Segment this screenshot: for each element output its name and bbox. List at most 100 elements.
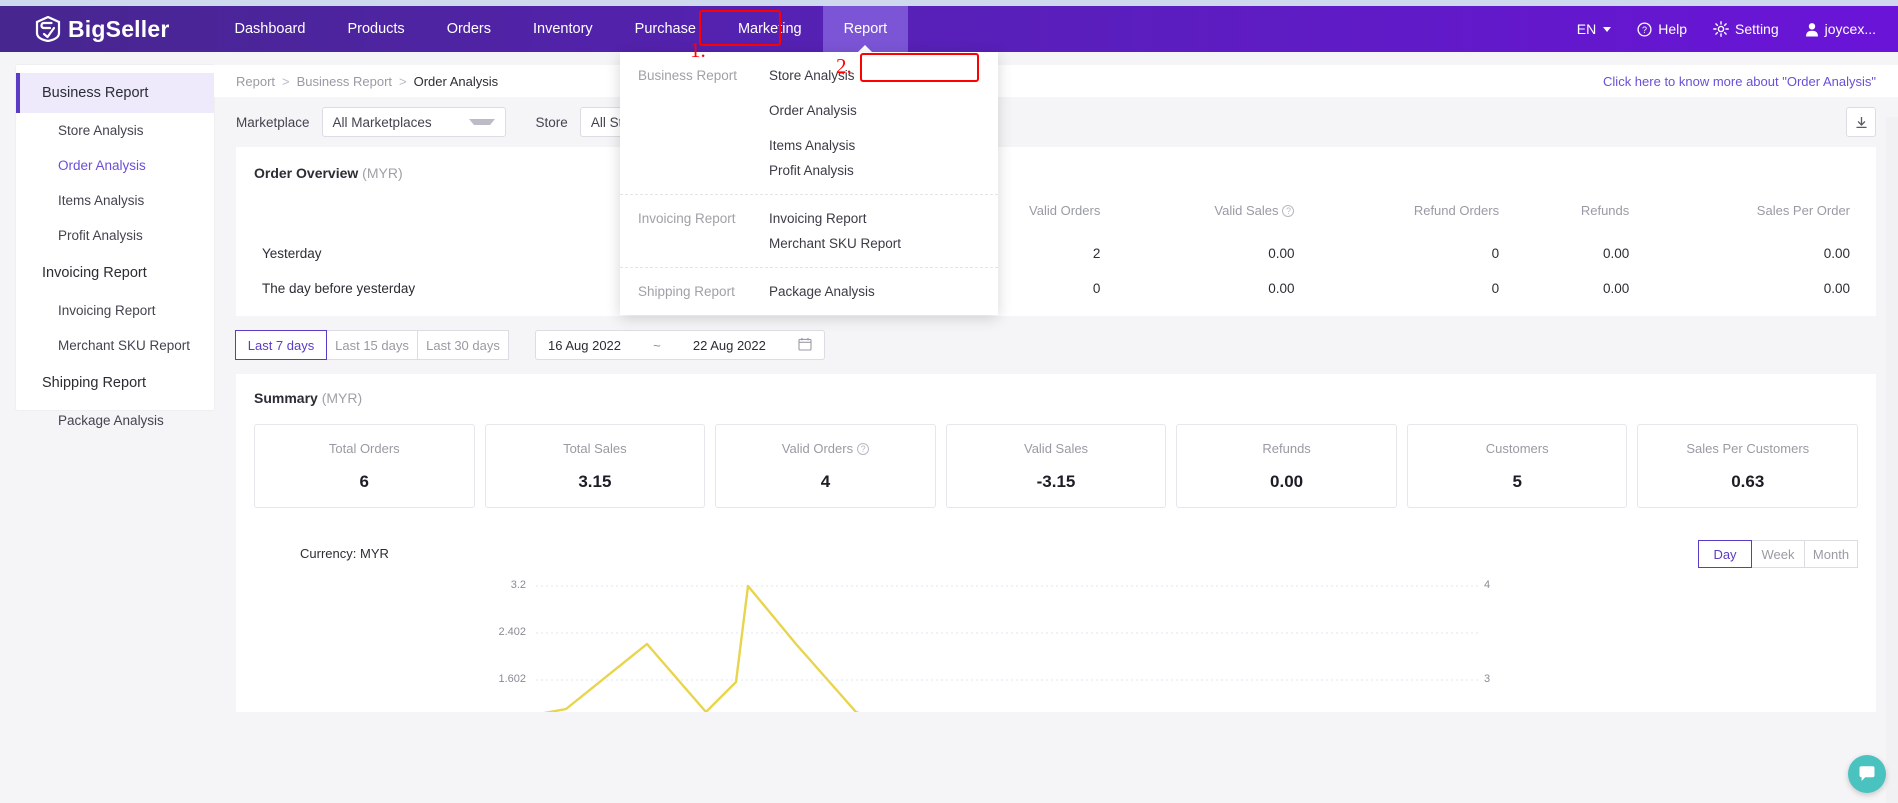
megamenu-row-shipping-report: Shipping Report Package Analysis: [620, 268, 998, 315]
card-value: 5: [1512, 471, 1522, 491]
marketplace-select[interactable]: All Marketplaces: [321, 107, 506, 137]
info-icon[interactable]: ?: [1282, 205, 1295, 217]
cell-sales-per-order: 0.00: [1823, 281, 1850, 296]
granularity-week[interactable]: Week: [1751, 540, 1805, 568]
chart-svg: [536, 584, 1480, 712]
card-label: Total Sales: [563, 440, 627, 456]
nav-item-report[interactable]: Report: [822, 6, 909, 52]
cell-refunds: 0.00: [1602, 281, 1630, 296]
summary-panel: Summary (MYR) Total Orders 6 Total Sales…: [236, 374, 1876, 532]
megamenu-item-merchant-sku-report[interactable]: Merchant SKU Report: [769, 231, 901, 256]
card-label: Total Orders: [328, 440, 400, 456]
sidebar-group-shipping-report[interactable]: Shipping Report: [16, 363, 214, 403]
summary-card-total-sales: Total Sales 3.15: [484, 424, 706, 508]
order-overview-currency-unit: (MYR): [362, 165, 403, 181]
chart-plot-area: 3.2 2.402 1.602 4 3: [236, 579, 1876, 712]
card-label: Refunds: [1262, 440, 1311, 456]
language-selector[interactable]: EN: [1576, 21, 1612, 37]
nav-item-orders[interactable]: Orders: [426, 6, 512, 52]
preset-last-15-days[interactable]: Last 15 days: [326, 330, 418, 360]
megamenu-item-store-analysis[interactable]: Store Analysis: [769, 63, 895, 88]
help-button[interactable]: ? Help: [1637, 21, 1687, 37]
card-value: 3.15: [578, 471, 612, 491]
left-sidebar: Business Report Store Analysis Order Ana…: [16, 65, 214, 428]
chevron-down-icon: [1603, 26, 1612, 32]
help-label: Help: [1658, 21, 1688, 37]
cell-sales-per-order: 0.00: [1823, 246, 1850, 261]
sidebar-group-business-report[interactable]: Business Report: [16, 73, 214, 113]
megamenu-item-package-analysis[interactable]: Package Analysis: [769, 279, 895, 304]
cell-refunds: 0.00: [1602, 246, 1630, 261]
table-row: The day before yesterday 0 0.00 0 0.00 0…: [254, 271, 1858, 306]
megamenu-item-invoicing-report[interactable]: Invoicing Report: [769, 206, 895, 231]
card-label-text: Valid Orders: [781, 440, 854, 456]
info-icon[interactable]: ?: [857, 442, 870, 455]
megamenu-row-business-report: Business Report Store Analysis Order Ana…: [620, 52, 998, 195]
help-circle-icon: ?: [1637, 21, 1652, 37]
know-more-link[interactable]: Click here to know more about "Order Ana…: [1603, 74, 1876, 89]
preset-last-7-days[interactable]: Last 7 days: [235, 330, 327, 360]
chat-support-button[interactable]: [1848, 755, 1886, 793]
row-label: The day before yesterday: [262, 281, 416, 296]
granularity-month[interactable]: Month: [1804, 540, 1858, 568]
preset-last-30-days[interactable]: Last 30 days: [417, 330, 509, 360]
annotation-step-2: 2.: [836, 54, 852, 78]
breadcrumb-item-order-analysis: Order Analysis: [413, 73, 499, 89]
megamenu-links: Invoicing Report Merchant SKU Report: [769, 206, 998, 256]
col-valid-sales: Valid Sales?: [1108, 203, 1302, 236]
megamenu-item-order-analysis[interactable]: Order Analysis: [769, 98, 895, 123]
gear-icon: [1713, 21, 1729, 37]
breadcrumb-item-report[interactable]: Report: [236, 74, 275, 89]
primary-nav: Dashboard Products Orders Inventory Purc…: [214, 6, 909, 52]
card-value: 0.63: [1731, 471, 1765, 491]
summary-card-total-orders: Total Orders 6: [254, 424, 475, 508]
sidebar-item-invoicing-report[interactable]: Invoicing Report: [16, 293, 214, 328]
breadcrumb-separator: >: [282, 73, 290, 89]
order-overview-panel: Order Overview (MYR) Total Orders Total …: [236, 147, 1876, 316]
calendar-icon: [798, 337, 812, 354]
table-row: Yesterday 2 0.00 2 0.00 0 0.00 0.00: [254, 236, 1858, 271]
page-scrollbar[interactable]: [1886, 117, 1898, 803]
sidebar-item-items-analysis[interactable]: Items Analysis: [16, 183, 214, 218]
summary-cards: Total Orders 6 Total Sales 3.15 Valid Or…: [254, 424, 1859, 508]
report-dropdown-menu: Business Report Store Analysis Order Ana…: [620, 52, 998, 315]
language-label: EN: [1576, 21, 1597, 37]
megamenu-item-items-analysis[interactable]: Items Analysis: [769, 133, 895, 158]
summary-card-customers: Customers 5: [1406, 424, 1628, 508]
chat-bubble-icon: [1859, 766, 1875, 781]
setting-label: Setting: [1735, 21, 1779, 37]
chart-gridlines: [536, 585, 1480, 681]
setting-button[interactable]: Setting: [1713, 21, 1779, 37]
breadcrumb-item-business-report[interactable]: Business Report: [297, 74, 392, 89]
annotation-step-1: 1.: [690, 38, 706, 62]
date-range-picker[interactable]: 16 Aug 2022 ~ 22 Aug 2022: [535, 330, 825, 360]
sidebar-item-merchant-sku-report[interactable]: Merchant SKU Report: [16, 328, 214, 363]
summary-card-sales-per-customers: Sales Per Customers 0.63: [1637, 424, 1859, 508]
sidebar-group-invoicing-report[interactable]: Invoicing Report: [16, 253, 214, 293]
granularity-day[interactable]: Day: [1698, 540, 1752, 568]
nav-item-products[interactable]: Products: [326, 6, 425, 52]
card-label: Valid Sales: [1023, 440, 1089, 456]
download-button[interactable]: [1846, 107, 1876, 137]
chart-currency-key: Currency:: [300, 546, 357, 561]
megamenu-category-label: Invoicing Report: [638, 211, 736, 226]
nav-item-marketing[interactable]: Marketing: [717, 6, 823, 52]
cell-valid-sales: 0.00: [1268, 281, 1295, 296]
summary-card-refunds: Refunds 0.00: [1176, 424, 1397, 508]
sidebar-item-profit-analysis[interactable]: Profit Analysis: [16, 218, 214, 253]
user-menu[interactable]: joycex...: [1805, 21, 1876, 37]
main-content: Report > Business Report > Order Analysi…: [214, 65, 1898, 803]
megamenu-item-profit-analysis[interactable]: Profit Analysis: [769, 158, 895, 183]
nav-item-dashboard[interactable]: Dashboard: [214, 6, 327, 52]
row-label: Yesterday: [262, 246, 322, 261]
sidebar-item-store-analysis[interactable]: Store Analysis: [16, 113, 214, 148]
date-range-end: 22 Aug 2022: [692, 337, 766, 353]
sidebar-item-package-analysis[interactable]: Package Analysis: [16, 403, 214, 438]
megamenu-category-label: Business Report: [638, 68, 738, 83]
nav-item-inventory[interactable]: Inventory: [512, 6, 614, 52]
sidebar-item-order-analysis[interactable]: Order Analysis: [16, 148, 214, 183]
user-name: joycex...: [1824, 21, 1876, 37]
order-overview-title-text: Order Overview: [254, 165, 359, 181]
table-header-row: Total Orders Total Sales Valid Orders Va…: [254, 203, 1858, 236]
brand-logo[interactable]: BigSeller: [35, 16, 170, 43]
